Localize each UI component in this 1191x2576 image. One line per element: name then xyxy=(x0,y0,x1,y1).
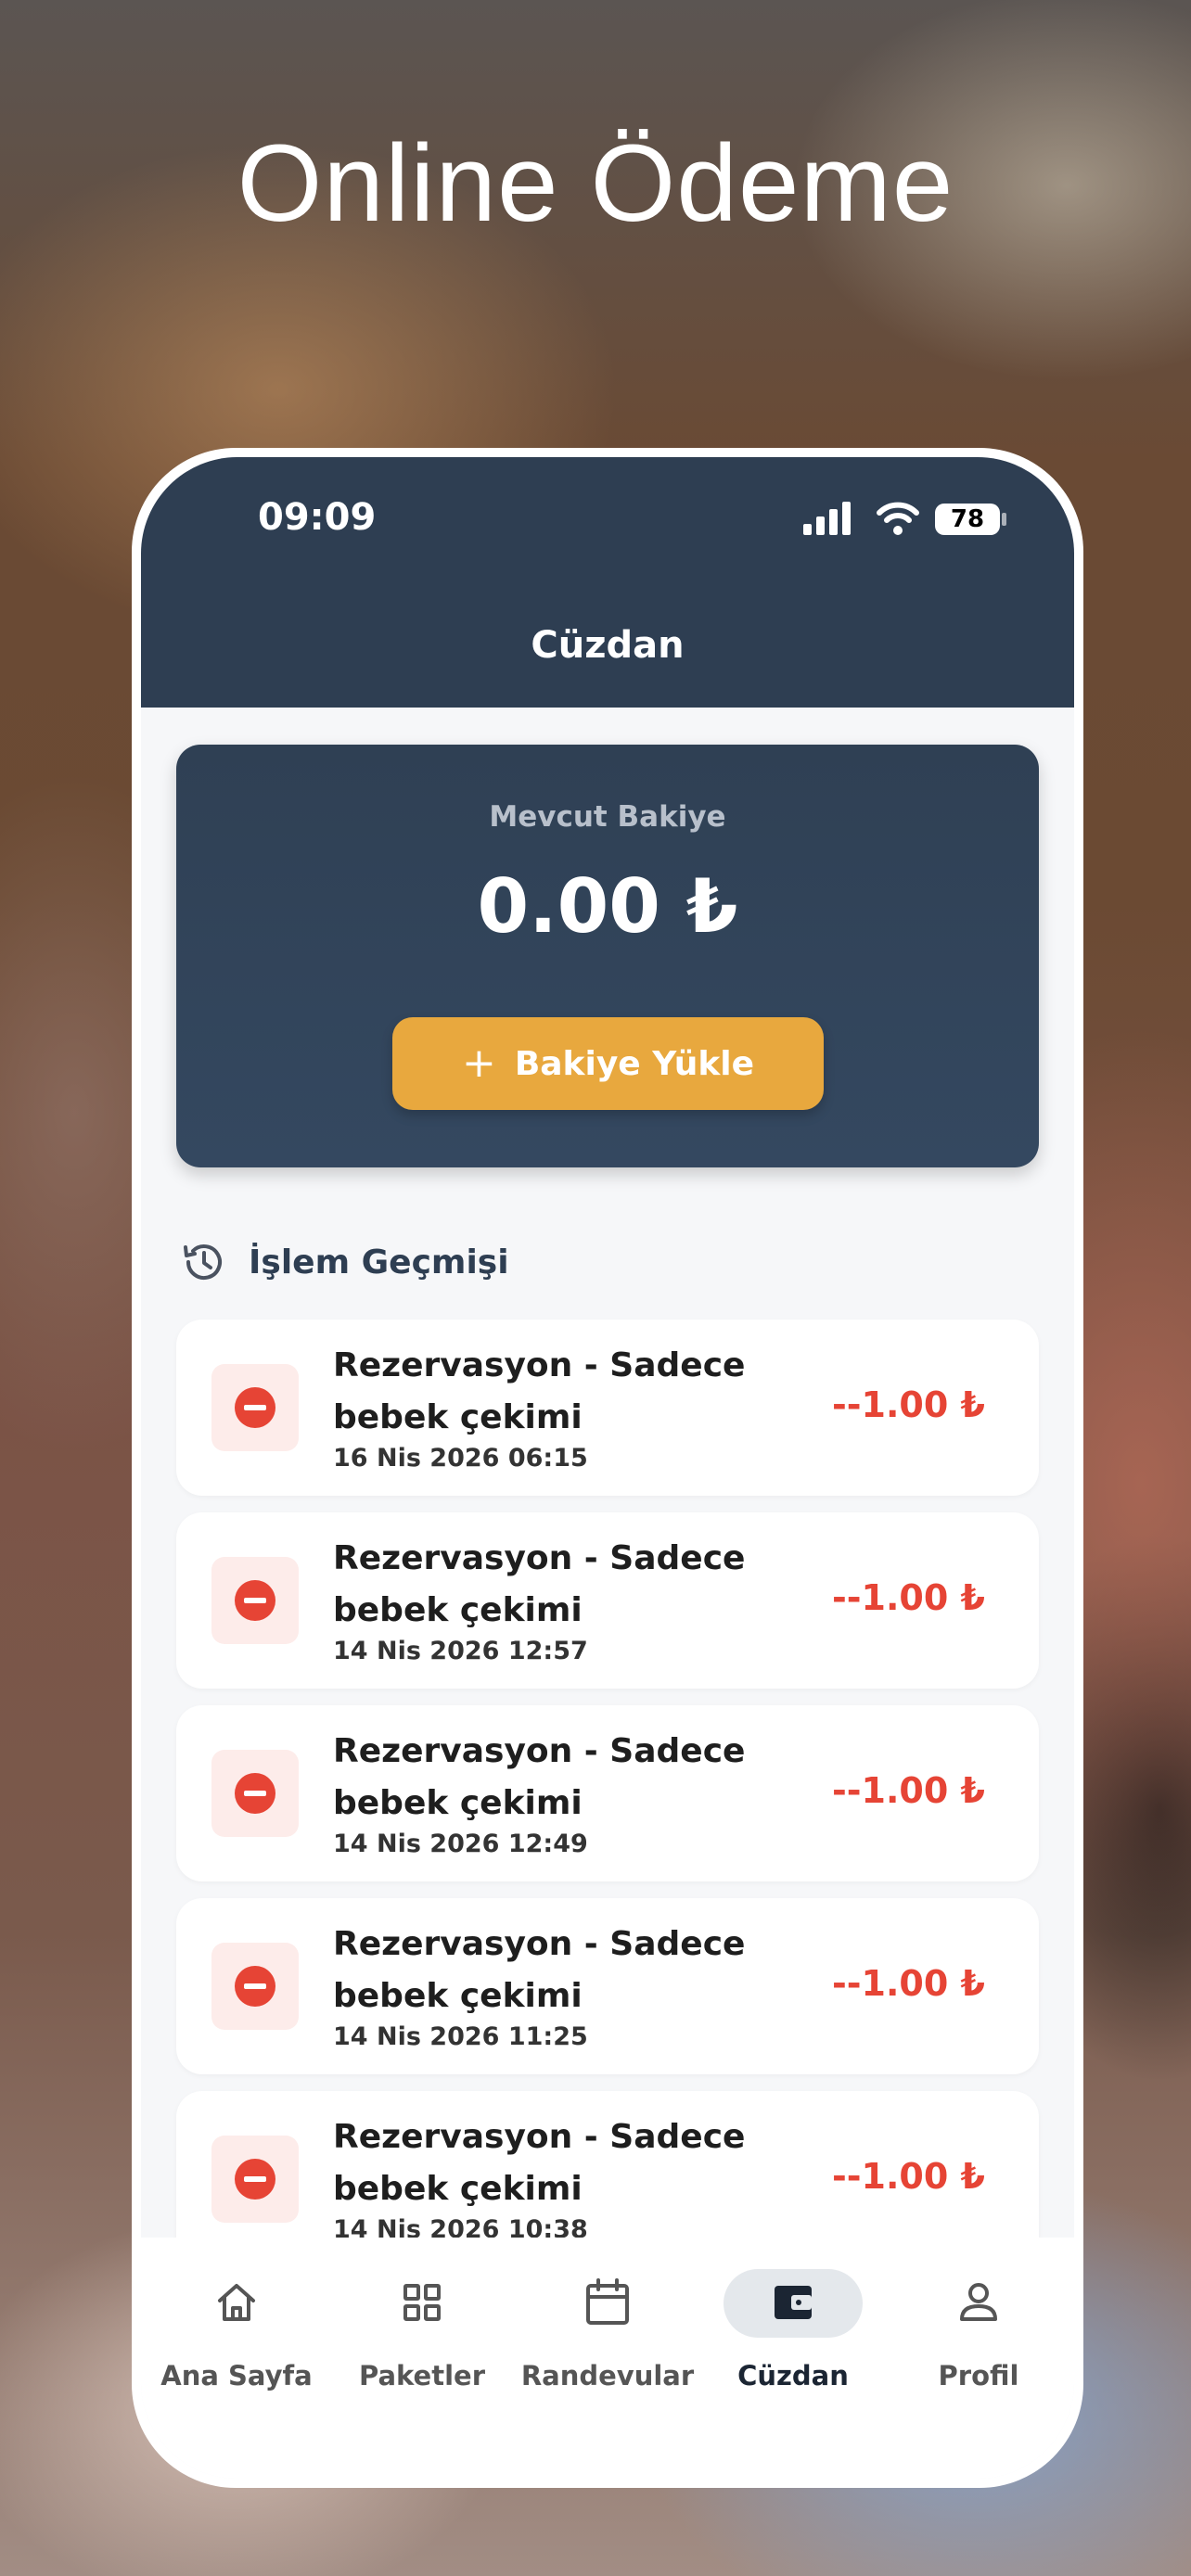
tab-label: Randevular xyxy=(520,2360,695,2391)
history-icon xyxy=(184,1244,222,1281)
transaction-date: 14 Nis 2026 12:57 xyxy=(333,1637,588,1665)
user-icon xyxy=(953,2267,1005,2338)
page-title: Cüzdan xyxy=(531,624,685,667)
transaction-item[interactable]: Rezervasyon - Sadece bebek çekimi 16 Nis… xyxy=(176,1320,1039,1496)
transaction-date: 16 Nis 2026 06:15 xyxy=(333,1444,588,1473)
tab-label: Cüzdan xyxy=(737,2360,849,2391)
wifi-icon xyxy=(877,502,919,535)
tab-label: Ana Sayfa xyxy=(160,2360,313,2391)
balance-amount: 0.00 ₺ xyxy=(477,863,738,950)
bottom-tab-bar: Ana Sayfa Paketler Randevular Cüzdan Pro… xyxy=(141,2238,1074,2479)
calendar-icon xyxy=(582,2267,634,2338)
home-icon xyxy=(211,2267,263,2338)
transaction-title: Rezervasyon - Sadece bebek çekimi xyxy=(333,2118,746,2208)
battery-tip xyxy=(1002,513,1006,526)
minus-circle-icon xyxy=(235,1966,275,2007)
app-header: 09:09 78 Cüzdan xyxy=(141,457,1074,708)
transaction-title: Rezervasyon - Sadece bebek çekimi xyxy=(333,1732,746,1822)
transaction-icon-box xyxy=(211,2136,299,2223)
topup-button[interactable]: + Bakiye Yükle xyxy=(392,1017,824,1110)
topup-button-label: Bakiye Yükle xyxy=(514,1044,755,1083)
transaction-amount: --1.00 ₺ xyxy=(832,1963,985,2004)
transaction-date: 14 Nis 2026 11:25 xyxy=(333,2022,588,2051)
battery-indicator: 78 xyxy=(935,504,1000,535)
transaction-item[interactable]: Rezervasyon - Sadece bebek çekimi 14 Nis… xyxy=(176,1705,1039,1881)
plus-icon: + xyxy=(461,1039,496,1087)
wallet-icon xyxy=(767,2267,819,2338)
transaction-amount: --1.00 ₺ xyxy=(832,1384,985,1425)
transaction-icon-box xyxy=(211,1943,299,2030)
history-header: İşlem Geçmişi xyxy=(180,1236,509,1288)
status-time: 09:09 xyxy=(258,496,377,539)
transaction-icon-box xyxy=(211,1557,299,1644)
minus-circle-icon xyxy=(235,1773,275,1814)
tab-label: Profil xyxy=(938,2360,1019,2391)
transaction-list: Rezervasyon - Sadece bebek çekimi 16 Nis… xyxy=(176,1320,1039,2284)
transaction-title: Rezervasyon - Sadece bebek çekimi xyxy=(333,1539,746,1629)
grid-icon xyxy=(396,2267,448,2338)
transaction-item[interactable]: Rezervasyon - Sadece bebek çekimi 14 Nis… xyxy=(176,1898,1039,2074)
minus-circle-icon xyxy=(235,2159,275,2200)
tab-label: Paketler xyxy=(359,2360,485,2391)
transaction-amount: --1.00 ₺ xyxy=(832,1577,985,1618)
history-title: İşlem Geçmişi xyxy=(249,1243,509,1282)
transaction-icon-box xyxy=(211,1364,299,1451)
transaction-icon-box xyxy=(211,1750,299,1837)
transaction-date: 14 Nis 2026 12:49 xyxy=(333,1830,588,1858)
transaction-title: Rezervasyon - Sadece bebek çekimi xyxy=(333,1925,746,2015)
promo-headline: Online Ödeme xyxy=(237,122,954,245)
transaction-item[interactable]: Rezervasyon - Sadece bebek çekimi 14 Nis… xyxy=(176,1512,1039,1689)
transaction-amount: --1.00 ₺ xyxy=(832,2156,985,2197)
cellular-signal-icon xyxy=(803,502,851,535)
minus-circle-icon xyxy=(235,1387,275,1428)
minus-circle-icon xyxy=(235,1580,275,1621)
transaction-amount: --1.00 ₺ xyxy=(832,1770,985,1811)
app-screen: 09:09 78 Cüzdan Mevcut Bakiye 0.00 ₺ + B… xyxy=(141,457,1074,2479)
phone-frame: 09:09 78 Cüzdan Mevcut Bakiye 0.00 ₺ + B… xyxy=(132,448,1083,2488)
balance-label: Mevcut Bakiye xyxy=(489,800,726,834)
balance-card: Mevcut Bakiye 0.00 ₺ + Bakiye Yükle xyxy=(176,745,1039,1167)
transaction-title: Rezervasyon - Sadece bebek çekimi xyxy=(333,1346,746,1436)
